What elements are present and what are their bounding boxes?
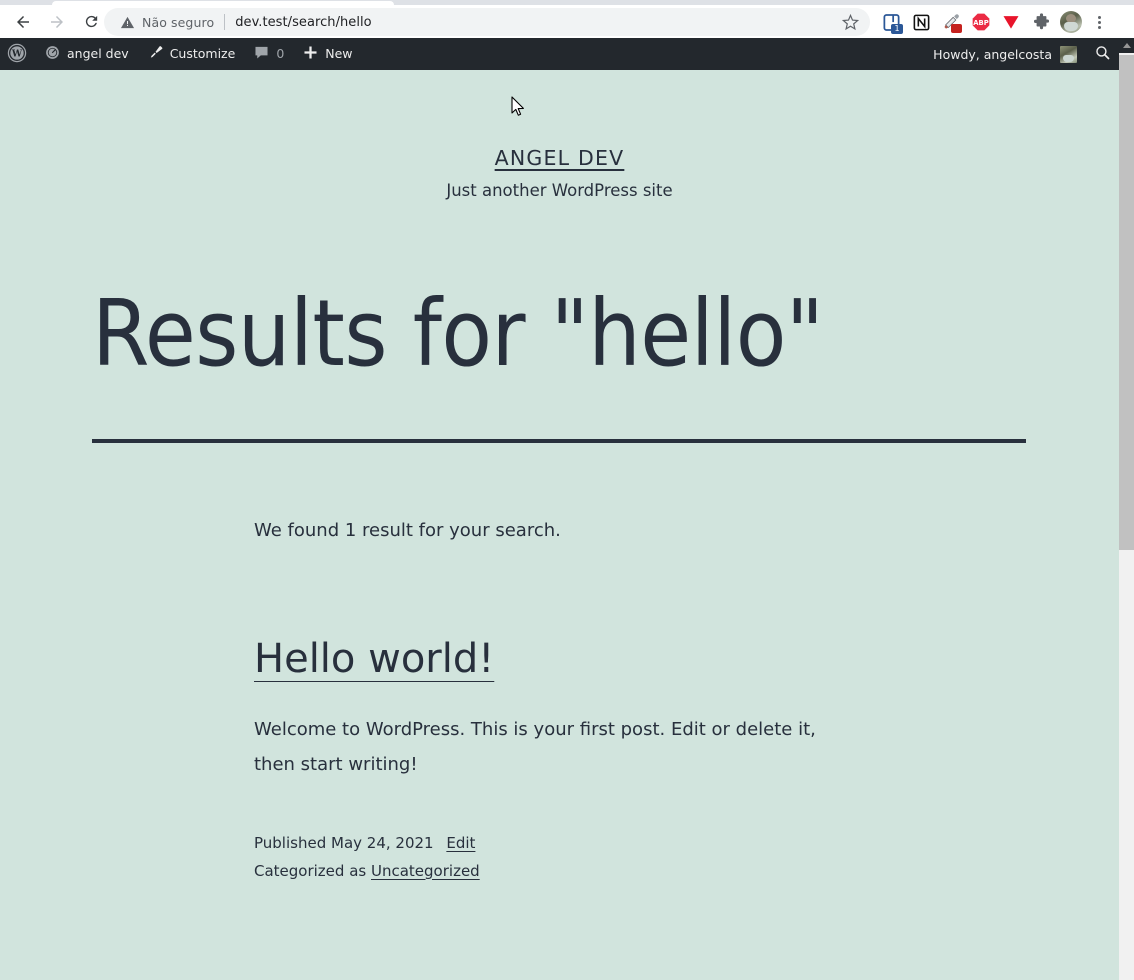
result-published-row: Published May 24, 2021 Edit <box>254 830 1027 858</box>
result-meta: Published May 24, 2021 Edit Categorized … <box>254 830 1027 886</box>
avatar <box>1060 11 1082 33</box>
paintbrush-icon <box>147 44 164 64</box>
caret-up-icon <box>1122 43 1131 48</box>
page-title: Results for "hello" <box>92 280 824 387</box>
notion-extension-icon[interactable] <box>906 8 936 36</box>
site-title-link[interactable]: ANGEL DEV <box>495 146 625 170</box>
adblock-plus-extension-icon[interactable]: ABP <box>966 8 996 36</box>
extensions-area: 1 ABP <box>876 8 1112 36</box>
browser-toolbar: Não seguro dev.test/search/hello 1 ABP <box>0 5 1134 38</box>
published-prefix: Published <box>254 833 327 852</box>
color-picker-extension-icon[interactable] <box>936 8 966 36</box>
reading-list-extension-icon[interactable]: 1 <box>876 8 906 36</box>
menu-dot <box>1097 15 1101 19</box>
site-name-label: angel dev <box>67 45 129 61</box>
search-button[interactable] <box>1085 38 1119 70</box>
address-bar[interactable]: Não seguro dev.test/search/hello <box>104 8 870 36</box>
bookmark-star-icon[interactable] <box>840 12 860 32</box>
url-text: dev.test/search/hello <box>235 14 372 30</box>
menu-dot <box>1097 20 1101 24</box>
new-content-label: New <box>325 45 353 61</box>
wp-logo-button[interactable]: W <box>0 38 35 70</box>
customize-button[interactable]: Customize <box>138 38 245 70</box>
customize-label: Customize <box>169 45 236 61</box>
results-count-text: We found 1 result for your search. <box>254 519 561 541</box>
page-scrollbar[interactable] <box>1119 38 1134 980</box>
list-item: Hello world! Welcome to WordPress. This … <box>254 545 1027 885</box>
menu-dot <box>1097 25 1101 29</box>
title-separator <box>92 438 1026 443</box>
browser-chrome: Não seguro dev.test/search/hello 1 ABP <box>0 0 1134 38</box>
forward-button[interactable] <box>40 7 74 37</box>
extension-badge-dot <box>951 24 962 33</box>
tab-strip-filler <box>404 0 730 2</box>
dashboard-icon <box>44 44 61 64</box>
arrow-left-icon <box>14 13 32 31</box>
omnibox-divider <box>224 14 226 30</box>
my-account-menu[interactable]: Howdy, angelcosta <box>923 45 1085 63</box>
plus-icon <box>302 44 319 64</box>
reload-icon <box>83 13 100 30</box>
archive-header: Results for "hello" We found 1 result fo… <box>0 280 1119 886</box>
avatar <box>1060 45 1077 63</box>
category-prefix: Categorized as <box>254 861 367 880</box>
published-date: May 24, 2021 <box>331 833 434 852</box>
new-content-button[interactable]: New <box>293 38 361 70</box>
result-title-link[interactable]: Hello world! <box>254 637 494 681</box>
search-results-list: We found 1 result for your search. Hello… <box>92 517 1027 886</box>
comment-bubble-icon <box>253 44 270 64</box>
result-excerpt: Welcome to WordPress. This is your first… <box>254 719 816 775</box>
chrome-menu-button[interactable] <box>1086 8 1112 36</box>
admin-bar-right: Howdy, angelcosta <box>923 38 1119 70</box>
result-category-row: Categorized as Uncategorized <box>254 858 1027 886</box>
back-button[interactable] <box>6 7 40 37</box>
site-description: Just another WordPress site <box>446 181 673 200</box>
profile-avatar[interactable] <box>1056 8 1086 36</box>
category-link[interactable]: Uncategorized <box>371 862 480 880</box>
arrow-right-icon <box>48 13 66 31</box>
reload-button[interactable] <box>74 7 108 37</box>
comments-button[interactable]: 0 <box>244 38 293 70</box>
scrollbar-thumb[interactable] <box>1119 55 1134 550</box>
scroll-up-button[interactable] <box>1119 38 1134 53</box>
page-content: ANGEL DEV Just another WordPress site Re… <box>0 70 1119 980</box>
howdy-label: Howdy, angelcosta <box>933 46 1052 62</box>
svg-text:W: W <box>11 48 23 59</box>
security-status-label: Não seguro <box>142 14 215 30</box>
sidebar-item-site-name[interactable]: angel dev <box>35 38 138 70</box>
edit-post-link[interactable]: Edit <box>446 834 475 852</box>
site-header: ANGEL DEV Just another WordPress site <box>0 70 1119 200</box>
downloader-extension-icon[interactable] <box>996 8 1026 36</box>
extension-badge-count: 1 <box>891 24 903 34</box>
comment-count-label: 0 <box>276 45 285 61</box>
svg-text:ABP: ABP <box>973 19 989 27</box>
wp-admin-bar: W angel dev Customize 0 New Howdy, angel… <box>0 38 1119 70</box>
wordpress-logo-icon: W <box>7 43 27 66</box>
warning-triangle-icon <box>120 15 135 30</box>
search-icon <box>1094 44 1111 64</box>
extensions-puzzle-icon[interactable] <box>1026 8 1056 36</box>
